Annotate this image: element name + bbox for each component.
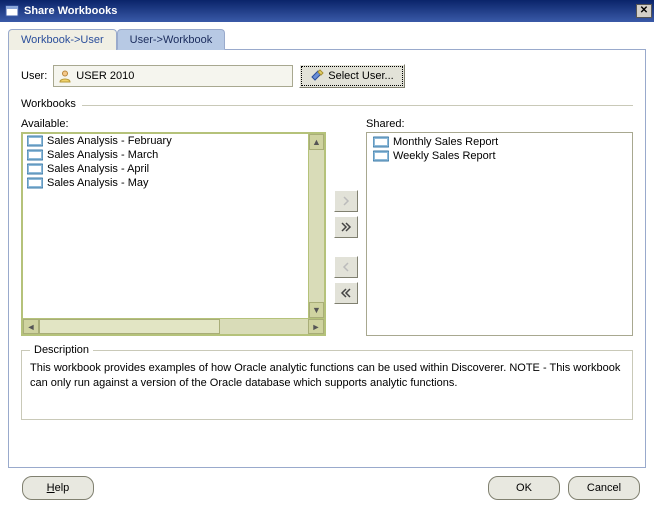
chevron-right-icon [341,196,351,206]
titlebar: Share Workbooks ✕ [0,0,654,22]
list-item[interactable]: Monthly Sales Report [369,135,630,149]
list-item[interactable]: Sales Analysis - April [23,162,324,176]
scroll-right-icon[interactable]: ► [308,319,324,334]
workbook-icon [27,163,43,175]
user-icon [58,69,72,83]
user-value: USER 2010 [76,70,134,82]
list-item-label: Sales Analysis - February [47,135,172,147]
cancel-button[interactable]: Cancel [568,476,640,500]
transfer-buttons [334,118,358,336]
workbook-icon [27,177,43,189]
tabs-area: Workbook->User User->Workbook [0,22,654,50]
list-item-label: Sales Analysis - May [47,177,148,189]
move-all-left-button[interactable] [334,282,358,304]
workbook-icon [373,150,389,162]
available-label: Available: [21,118,326,130]
workbook-icon [27,149,43,161]
lists-row: Available: Sales Analysis - February Sal… [21,118,633,336]
shared-listbox[interactable]: Monthly Sales Report Weekly Sales Report [366,132,633,336]
user-label: User: [21,70,47,82]
window-title: Share Workbooks [24,5,636,17]
available-listbox[interactable]: Sales Analysis - February Sales Analysis… [21,132,326,336]
move-left-button[interactable] [334,256,358,278]
list-item-label: Sales Analysis - April [47,163,149,175]
list-item-label: Monthly Sales Report [393,136,498,148]
footer: Help OK Cancel [0,476,654,504]
scroll-up-icon[interactable]: ▲ [309,134,324,150]
scroll-track[interactable] [220,319,308,334]
scroll-left-icon[interactable]: ◄ [23,319,39,334]
available-column: Available: Sales Analysis - February Sal… [21,118,326,336]
move-right-button[interactable] [334,190,358,212]
help-button[interactable]: Help [22,476,94,500]
double-chevron-right-icon [340,222,352,232]
flashlight-icon [310,69,324,83]
tabs: Workbook->User User->Workbook [8,28,646,50]
list-item-label: Sales Analysis - March [47,149,158,161]
scrollbar-horizontal[interactable]: ◄ ► [23,318,324,334]
workbooks-title-row: Workbooks [21,98,633,112]
workbooks-label: Workbooks [21,98,76,110]
tab-content: User: USER 2010 Select User... Workbooks… [8,50,646,468]
app-icon [4,3,20,19]
divider [82,105,633,106]
tab-workbook-user[interactable]: Workbook->User [8,29,117,50]
scrollbar-vertical[interactable]: ▲ ▼ [308,134,324,318]
user-row: User: USER 2010 Select User... [21,64,633,88]
workbook-icon [27,135,43,147]
scroll-down-icon[interactable]: ▼ [309,302,324,318]
select-user-button[interactable]: Select User... [299,64,404,88]
list-item[interactable]: Sales Analysis - February [23,134,324,148]
list-item[interactable]: Weekly Sales Report [369,149,630,163]
scroll-thumb[interactable] [39,319,220,334]
workbook-icon [373,136,389,148]
description-text: This workbook provides examples of how O… [30,361,624,391]
list-item-label: Weekly Sales Report [393,150,496,162]
shared-label: Shared: [366,118,633,130]
list-item[interactable]: Sales Analysis - May [23,176,324,190]
close-icon[interactable]: ✕ [636,4,652,18]
user-field[interactable]: USER 2010 [53,65,293,87]
shared-column: Shared: Monthly Sales Report Weekly Sale… [366,118,633,336]
description-fieldset: Description This workbook provides examp… [21,350,633,420]
move-all-right-button[interactable] [334,216,358,238]
select-user-label: Select User... [328,70,393,82]
ok-button[interactable]: OK [488,476,560,500]
chevron-left-icon [341,262,351,272]
list-item[interactable]: Sales Analysis - March [23,148,324,162]
description-legend: Description [30,344,93,356]
double-chevron-left-icon [340,288,352,298]
help-rest: elp [55,482,70,494]
tab-user-workbook[interactable]: User->Workbook [117,29,226,50]
